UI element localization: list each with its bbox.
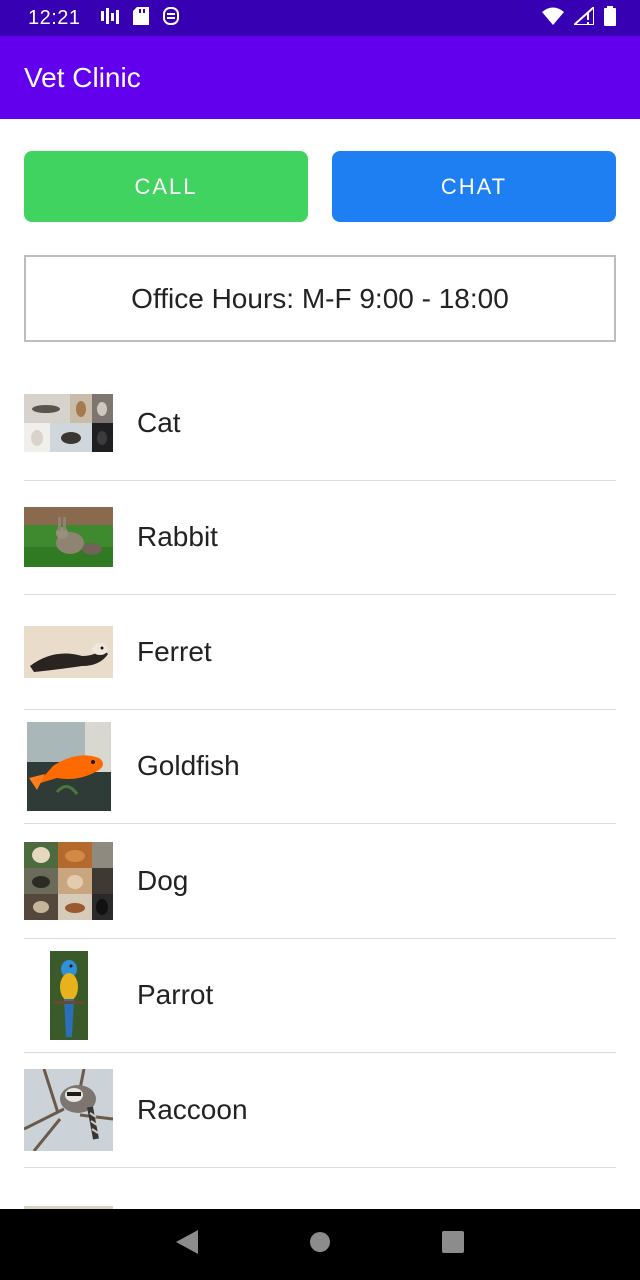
parrot-photo <box>24 950 113 1040</box>
list-item-label: Cat <box>137 406 181 438</box>
list-item-dog[interactable]: Dog <box>24 824 616 939</box>
status-bar: 12:21 <box>0 0 640 36</box>
list-item-label: Goldfish <box>137 750 240 782</box>
home-icon[interactable] <box>309 1231 331 1258</box>
list-item-goldfish[interactable]: Goldfish <box>24 710 616 824</box>
list-item-label: Raccoon <box>137 1093 248 1125</box>
office-hours-box: Office Hours: M-F 9:00 - 18:00 <box>24 255 616 342</box>
list-item-label: Rabbit <box>137 521 218 553</box>
battery-icon <box>604 5 616 31</box>
list-item-label: Parrot <box>137 979 214 1011</box>
rabbit-photo <box>24 493 113 582</box>
app-title: Vet Clinic <box>24 61 141 93</box>
system-nav-bar <box>0 1209 640 1280</box>
office-hours-text: Office Hours: M-F 9:00 - 18:00 <box>131 282 509 314</box>
recents-icon[interactable] <box>442 1231 465 1258</box>
back-icon[interactable] <box>175 1230 198 1259</box>
signal-bars-icon <box>100 7 119 29</box>
list-item-raccoon[interactable]: Raccoon <box>24 1053 616 1168</box>
call-button[interactable]: CALL <box>24 151 308 222</box>
list-item-rabbit[interactable]: Rabbit <box>24 481 616 595</box>
raccoon-photo <box>24 1065 113 1154</box>
dogs-collage-image <box>24 836 113 925</box>
list-item-ferret[interactable]: Ferret <box>24 595 616 710</box>
cats-collage-image <box>24 378 113 467</box>
sd-card-icon <box>132 6 149 30</box>
list-item-label: Dog <box>137 864 189 896</box>
app-bar: Vet Clinic <box>0 36 640 119</box>
goldfish-photo <box>24 721 113 811</box>
ferret-photo <box>24 607 113 696</box>
animal-list: Cat Rabbit Ferret Goldfish Dog Parrot Ra… <box>24 366 616 1280</box>
cellular-icon <box>571 4 595 30</box>
status-time: 12:21 <box>28 6 81 29</box>
list-item-cat[interactable]: Cat <box>24 366 616 481</box>
sync-icon <box>162 6 179 30</box>
wifi-icon <box>542 7 564 30</box>
list-item-label: Ferret <box>137 635 212 667</box>
list-item-parrot[interactable]: Parrot <box>24 939 616 1053</box>
chat-button[interactable]: CHAT <box>332 151 616 222</box>
